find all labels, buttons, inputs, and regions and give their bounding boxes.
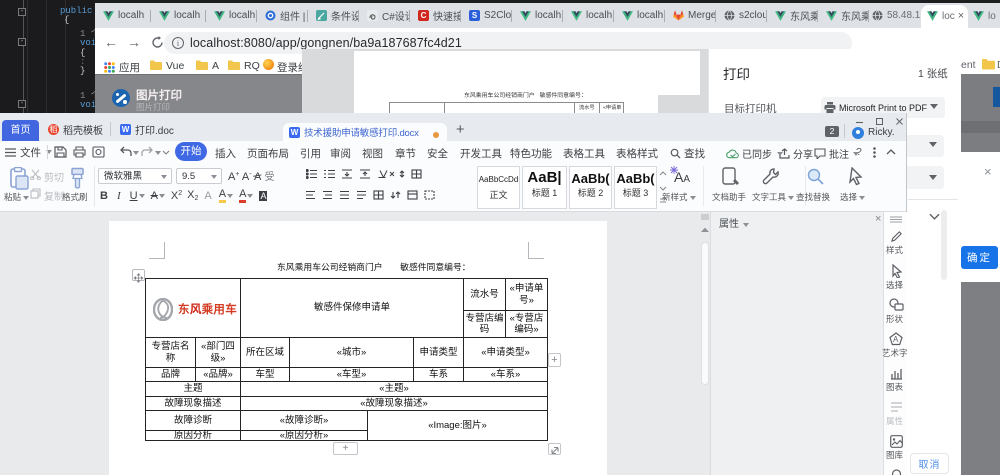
svg-text:A: A (893, 335, 899, 344)
